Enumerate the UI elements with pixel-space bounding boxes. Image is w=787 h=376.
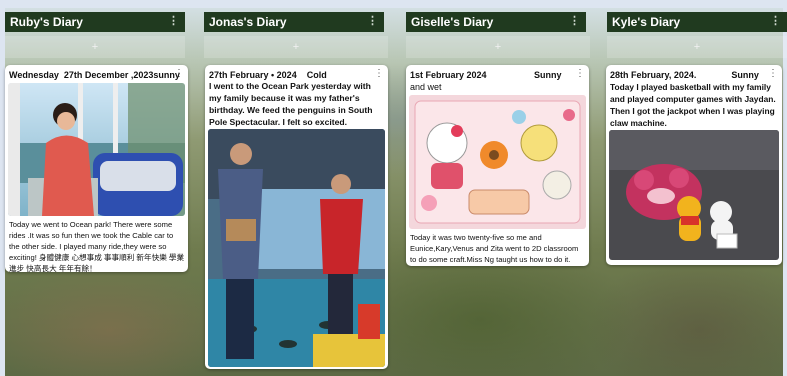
card-menu-icon[interactable]: ⋮ xyxy=(374,68,384,79)
diary-card-jonas[interactable]: ⋮ 27th February • 2024 Cold I went to th… xyxy=(205,65,388,369)
plus-icon: + xyxy=(292,41,300,53)
column-title: Ruby's Diary xyxy=(10,15,83,29)
diary-card-kyle[interactable]: ⋮ 28th February, 2024. Sunny Today I pla… xyxy=(606,65,782,265)
card-text: Today it was two twenty-five so me and E… xyxy=(410,233,579,264)
card-text: Today I played basketball with my family… xyxy=(610,82,776,128)
column-menu-icon[interactable]: ⋮ xyxy=(569,14,580,27)
add-post-button[interactable]: + xyxy=(5,36,185,58)
column-title: Kyle's Diary xyxy=(612,15,681,29)
column-title: Giselle's Diary xyxy=(411,15,494,29)
card-text: Today we went to Ocean park! There were … xyxy=(9,220,185,272)
card-text: I went to the Ocean Park yesterday with … xyxy=(209,81,373,127)
card-menu-icon[interactable]: ⋮ xyxy=(575,68,585,79)
column-header-jonas[interactable]: Jonas's Diary ⋮ xyxy=(204,12,384,32)
column-menu-icon[interactable]: ⋮ xyxy=(770,14,781,27)
plus-icon: + xyxy=(494,41,502,53)
diary-card-ruby[interactable]: ⋮ Wednesday 27th December ,2023sunny Tod… xyxy=(5,65,188,272)
add-post-button[interactable]: + xyxy=(406,36,590,58)
column-header-giselle[interactable]: Giselle's Diary ⋮ xyxy=(406,12,586,32)
column-header-kyle[interactable]: Kyle's Diary ⋮ xyxy=(607,12,787,32)
column-header-ruby[interactable]: Ruby's Diary ⋮ xyxy=(5,12,185,32)
sanrio-sticker-album-photo[interactable] xyxy=(409,95,586,229)
card-title: 1st February 2024 Sunny xyxy=(410,70,562,80)
card-title: 28th February, 2024. Sunny xyxy=(610,70,759,80)
add-post-button[interactable]: + xyxy=(607,36,787,58)
plus-icon: + xyxy=(91,41,99,53)
top-frame xyxy=(0,0,787,8)
penguin-feeding-photo[interactable] xyxy=(208,129,385,367)
column-title: Jonas's Diary xyxy=(209,15,287,29)
girl-in-cable-car-photo[interactable] xyxy=(8,83,185,216)
claw-machine-plush-toys-photo[interactable] xyxy=(609,130,779,260)
card-title: Wednesday 27th December ,2023sunny xyxy=(9,70,180,80)
diary-card-giselle[interactable]: ⋮ 1st February 2024 Sunny and wet Today … xyxy=(406,65,589,266)
card-subtitle: and wet xyxy=(410,82,442,92)
plus-icon: + xyxy=(693,41,701,53)
column-menu-icon[interactable]: ⋮ xyxy=(367,14,378,27)
add-post-button[interactable]: + xyxy=(204,36,388,58)
column-menu-icon[interactable]: ⋮ xyxy=(168,14,179,27)
card-menu-icon[interactable]: ⋮ xyxy=(768,68,778,79)
